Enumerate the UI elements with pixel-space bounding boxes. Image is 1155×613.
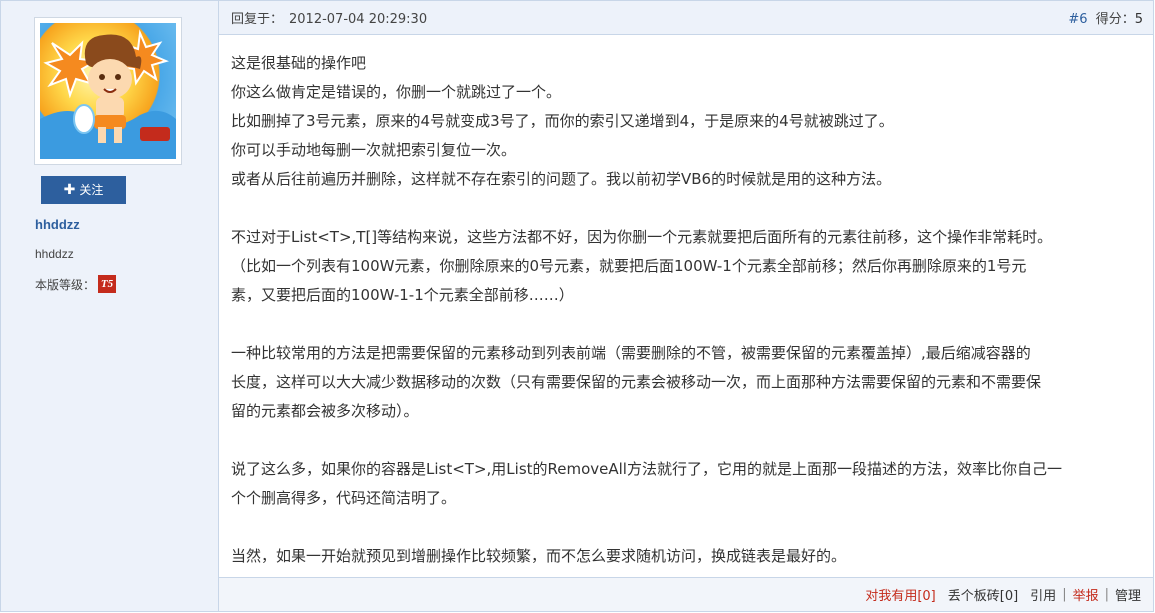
post-floor-score: #6 得分：5 xyxy=(1068,8,1143,27)
post-body: 回复于： 2012-07-04 20:29:30 #6 得分：5 这是很基础的操作… xyxy=(219,1,1153,611)
avatar-frame[interactable] xyxy=(34,17,182,165)
post-meta: 回复于： 2012-07-04 20:29:30 xyxy=(231,8,427,27)
score-label: 得分： xyxy=(1095,12,1135,27)
content-line: 一种比较常用的方法是把需要保留的元素移动到列表前端（需要删除的不管，被需要保留的… xyxy=(231,344,1031,362)
reply-label: 回复于： xyxy=(231,12,284,27)
content-line: 长度，这样可以大大减少数据移动的次数（只有需要保留的元素会被移动一次，而上面那种… xyxy=(231,373,1042,391)
post-header: 回复于： 2012-07-04 20:29:30 #6 得分：5 xyxy=(219,1,1153,35)
avatar-illustration xyxy=(40,29,176,159)
content-line: 这是很基础的操作吧 xyxy=(231,54,367,72)
floor-link[interactable]: #6 xyxy=(1068,12,1087,27)
brick-link[interactable]: 丢个板砖[0] xyxy=(948,585,1018,604)
content-line: 说了这么多，如果你的容器是List<T>,用List的RemoveAll方法就行… xyxy=(231,460,1062,478)
content-line: 素，又要把后面的100W-1-1个元素全部前移……） xyxy=(231,286,574,304)
divider: | xyxy=(1104,587,1109,602)
report-link[interactable]: 举报 xyxy=(1073,585,1099,604)
user-panel: ✚ 关注 hhddzz hhddzz 本版等级： T5 xyxy=(1,1,219,611)
content-line: 你这么做肯定是错误的，你删一个就跳过了一个。 xyxy=(231,83,562,101)
content-line: 留的元素都会被多次移动）。 xyxy=(231,402,419,420)
divider: | xyxy=(1062,587,1067,602)
level-badge-icon: T5 xyxy=(98,275,117,293)
content-line: 你可以手动地每删一次就把索引复位一次。 xyxy=(231,141,517,159)
user-level: 本版等级： T5 xyxy=(35,275,117,293)
content-line: 或者从后往前遍历并删除，这样就不存在索引的问题了。我以前初学VB6的时候就是用的… xyxy=(231,170,892,188)
manage-link[interactable]: 管理 xyxy=(1115,585,1141,604)
post-content: 这是很基础的操作吧 你这么做肯定是错误的，你删一个就跳过了一个。 比如删掉了3号… xyxy=(219,35,1153,571)
level-label: 本版等级： xyxy=(35,277,96,292)
content-line: 当然，如果一开始就预见到增删操作比较频繁，而不怎么要求随机访问，换成链表是最好的… xyxy=(231,547,847,565)
score-value: 5 xyxy=(1134,12,1143,27)
content-line: （比如一个列表有100W元素，你删除原来的0号元素，就要把后面100W-1个元素… xyxy=(231,257,1027,275)
content-line: 比如删掉了3号元素，原来的4号就变成3号了，而你的索引又递增到4，于是原来的4号… xyxy=(231,112,894,130)
quote-link[interactable]: 引用 xyxy=(1030,585,1056,604)
content-line: 不过对于List<T>,T[]等结构来说，这些方法都不好，因为你删一个元素就要把… xyxy=(231,228,1053,246)
content-line: 个个删高得多，代码还简洁明了。 xyxy=(231,489,457,507)
plus-icon: ✚ xyxy=(63,182,76,198)
post-actions: 对我有用[0] 丢个板砖[0] 引用 | 举报 | 管理 xyxy=(219,577,1153,611)
forum-post: ✚ 关注 hhddzz hhddzz 本版等级： T5 回复于： 2012-07-0… xyxy=(0,0,1154,612)
post-timestamp: 2012-07-04 20:29:30 xyxy=(289,12,428,27)
useful-link[interactable]: 对我有用[0] xyxy=(865,585,935,604)
user-nickname: hhddzz xyxy=(35,247,74,261)
follow-button[interactable]: ✚ 关注 xyxy=(41,176,126,204)
avatar[interactable] xyxy=(40,23,176,159)
follow-label: 关注 xyxy=(79,183,104,197)
username-link[interactable]: hhddzz xyxy=(35,217,80,232)
